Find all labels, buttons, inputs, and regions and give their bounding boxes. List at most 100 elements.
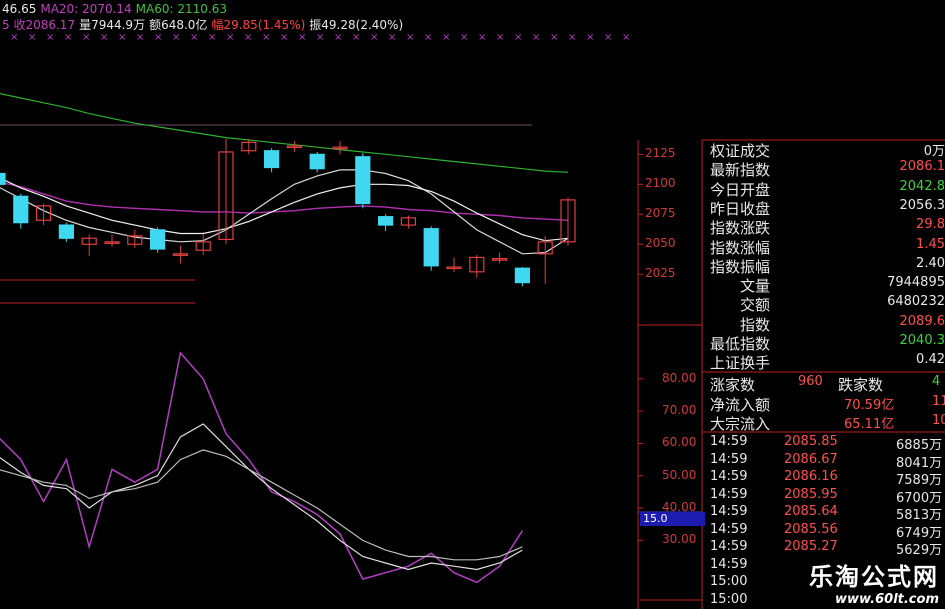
info-value: 2086.1 bbox=[899, 159, 945, 175]
info-value: 0万 bbox=[923, 144, 945, 159]
tick-price: 2085.95 bbox=[784, 486, 838, 502]
info-label: 交额 bbox=[710, 296, 771, 315]
tick-price: 2086.16 bbox=[784, 469, 838, 484]
tick-price: 2085.27 bbox=[784, 539, 838, 554]
up-count-label: 涨家数 bbox=[710, 376, 756, 394]
marker-x: × bbox=[100, 32, 108, 43]
marker-x: × bbox=[262, 32, 270, 43]
candle-down bbox=[355, 156, 371, 205]
cursor-value-box: 15.0 bbox=[640, 512, 705, 526]
fund-flow-row: 净流入额 70.59亿 11 bbox=[706, 394, 945, 414]
info-row: 文量 7944895 bbox=[706, 275, 945, 296]
info-row: 昨日收盘 2056.3 bbox=[706, 197, 945, 218]
down-count-value: 4 bbox=[932, 374, 941, 389]
indicator-axis-label: 70.00 bbox=[662, 403, 697, 418]
info-value: 7944895 bbox=[887, 275, 945, 291]
tick-volume: 6749万 bbox=[896, 525, 943, 541]
info-value: 6480232 bbox=[887, 294, 945, 310]
candle-down bbox=[264, 150, 280, 169]
marker-x: × bbox=[568, 32, 576, 43]
tick-volume: 7589万 bbox=[896, 473, 943, 488]
price-axis-label: 2100 bbox=[645, 176, 676, 191]
fund-flow-value: 65.11亿 bbox=[844, 417, 895, 432]
marker-x: × bbox=[388, 32, 396, 43]
info-label: 指数振幅 bbox=[710, 257, 771, 276]
indicator-white-line bbox=[0, 423, 523, 571]
info-row: 指数涨跌 29.8 bbox=[706, 217, 945, 238]
candle-down bbox=[309, 153, 325, 170]
info-label: 指数 bbox=[710, 315, 771, 334]
indicator-purple-line bbox=[0, 351, 524, 584]
candle-down bbox=[58, 224, 75, 239]
marker-x: × bbox=[10, 32, 18, 43]
tick-row[interactable]: 14:59 2086.16 7589万 bbox=[706, 469, 945, 488]
tick-price: 2085.56 bbox=[784, 521, 838, 537]
indicator-axis-label: 60.00 bbox=[662, 435, 697, 450]
marker-x: × bbox=[478, 32, 486, 43]
info-row: 指数 2089.6 bbox=[706, 314, 945, 334]
candle-down bbox=[423, 228, 439, 267]
info-value: 1.45 bbox=[916, 236, 945, 252]
tick-time: 14:59 bbox=[710, 486, 748, 502]
info-label: 最新指数 bbox=[710, 161, 771, 180]
tick-volume: 5629万 bbox=[896, 543, 943, 558]
marker-x: × bbox=[244, 32, 252, 43]
info-label: 指数涨跌 bbox=[710, 219, 771, 238]
tick-price: 2085.64 bbox=[784, 504, 838, 519]
marker-x: × bbox=[118, 32, 126, 43]
tick-time: 14:59 bbox=[710, 451, 748, 467]
up-count-value: 960 bbox=[798, 374, 823, 389]
info-value: 2.40 bbox=[916, 255, 945, 271]
marker-x: × bbox=[532, 32, 540, 43]
info-row: 指数振幅 2.40 bbox=[706, 255, 945, 276]
marker-x: × bbox=[46, 32, 54, 43]
tick-row[interactable]: 14:59 2085.85 6885万 bbox=[706, 434, 945, 453]
tick-volume: 6885万 bbox=[896, 438, 943, 453]
tick-time: 14:59 bbox=[710, 469, 748, 484]
info-value: 2056.3 bbox=[899, 197, 945, 213]
marker-x: × bbox=[64, 32, 72, 43]
marker-x: × bbox=[82, 32, 90, 43]
tick-time: 15:00 bbox=[710, 574, 748, 589]
breadth-row: 涨家数 960 跌家数 4 bbox=[706, 374, 945, 394]
watermark: 乐淘公式网 www.60lt.com bbox=[809, 557, 939, 607]
fund-flow-extra: 10 bbox=[932, 413, 945, 428]
marker-x: × bbox=[586, 32, 594, 43]
marker-x: × bbox=[442, 32, 450, 43]
marker-x: × bbox=[496, 32, 504, 43]
ma60-line bbox=[0, 93, 569, 173]
info-label: 文量 bbox=[710, 277, 771, 296]
info-label: 权证成交 bbox=[710, 142, 771, 160]
tick-time: 14:59 bbox=[710, 539, 748, 554]
marker-x: × bbox=[604, 32, 612, 43]
info-value: 2040.3 bbox=[899, 333, 945, 348]
tick-price: 2085.85 bbox=[784, 434, 838, 449]
info-label: 今日开盘 bbox=[710, 180, 771, 199]
marker-x: × bbox=[460, 32, 468, 43]
stock-terminal-window: 46.65 MA20: 2070.14 MA60: 2110.63 5 收2086.… bbox=[0, 0, 945, 609]
tick-row[interactable]: 14:59 2085.95 6700万 bbox=[706, 486, 945, 506]
tick-row[interactable]: 14:59 2086.67 8041万 bbox=[706, 451, 945, 471]
candle-down bbox=[13, 195, 29, 224]
marker-x: × bbox=[136, 32, 144, 43]
tick-row[interactable]: 14:59 2085.27 5629万 bbox=[706, 539, 945, 558]
info-value: 29.8 bbox=[916, 217, 945, 233]
marker-x: × bbox=[352, 32, 360, 43]
info-label: 最低指数 bbox=[710, 335, 771, 353]
marker-x: × bbox=[280, 32, 288, 43]
marker-x: × bbox=[208, 32, 216, 43]
tick-row[interactable]: 14:59 2085.56 6749万 bbox=[706, 521, 945, 541]
price-axis-label: 2050 bbox=[645, 236, 676, 251]
watermark-url: www.60lt.com bbox=[834, 592, 939, 607]
marker-x: × bbox=[28, 32, 36, 43]
marker-x: × bbox=[550, 32, 558, 43]
marker-x: × bbox=[370, 32, 378, 43]
indicator-axis-label: 50.00 bbox=[662, 467, 697, 482]
fund-flow-extra: 11 bbox=[932, 394, 945, 409]
info-row: 交额 6480232 bbox=[706, 294, 945, 315]
candle-down bbox=[514, 267, 531, 284]
tick-time: 14:59 bbox=[710, 521, 748, 537]
tick-row[interactable]: 14:59 2085.64 5813万 bbox=[706, 504, 945, 523]
tick-volume: 6700万 bbox=[896, 490, 943, 506]
info-row: 今日开盘 2042.8 bbox=[706, 179, 945, 199]
